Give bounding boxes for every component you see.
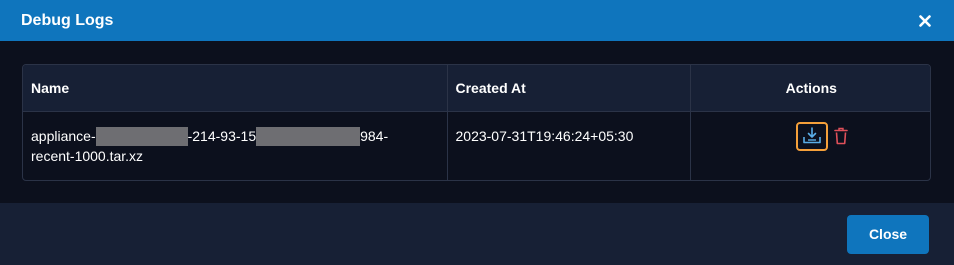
created-at-cell: 2023-07-31T19:46:24+05:30 <box>447 111 691 180</box>
delete-button[interactable] <box>832 126 850 146</box>
dialog-body: Name Created At Actions appliance- -214-9… <box>0 41 954 203</box>
trash-icon <box>834 127 849 145</box>
column-header-actions: Actions <box>690 65 930 112</box>
actions-cell <box>690 111 930 180</box>
log-name-part: appliance- <box>31 127 96 144</box>
close-button[interactable]: Close <box>847 214 929 254</box>
log-name-cell: appliance- -214-93-15 984- recent-1000.tar… <box>23 111 448 180</box>
download-button[interactable] <box>796 121 829 151</box>
debug-logs-dialog: Debug Logs Name Created At Actions appli… <box>0 0 954 265</box>
table-row: appliance- -214-93-15 984- recent-1000.tar… <box>23 111 930 180</box>
log-name-part: -214-93-15 <box>187 127 257 144</box>
dialog-footer: Close <box>0 203 954 265</box>
log-name-part: 984- <box>360 127 389 144</box>
dialog-header: Debug Logs <box>0 0 954 41</box>
dialog-title: Debug Logs <box>21 11 114 29</box>
log-name-part: recent-1000.tar.xz <box>31 147 144 164</box>
redacted-block <box>95 126 188 146</box>
redacted-block <box>256 126 361 146</box>
download-icon <box>803 127 822 144</box>
column-header-created-at: Created At <box>447 65 691 112</box>
close-icon[interactable] <box>918 14 932 28</box>
column-header-name: Name <box>23 65 448 112</box>
table-header-row: Name Created At Actions <box>23 65 930 112</box>
debug-logs-table: Name Created At Actions appliance- -214-9… <box>22 64 931 181</box>
